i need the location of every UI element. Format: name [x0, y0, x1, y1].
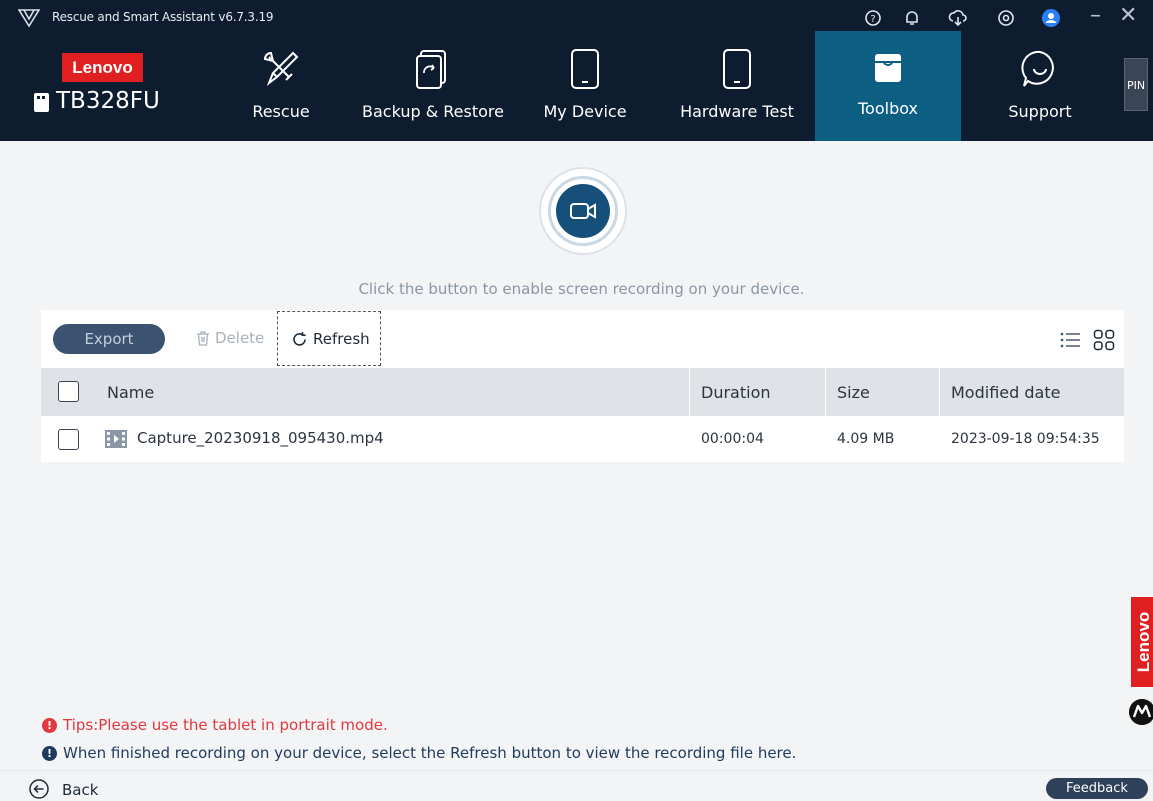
back-arrow-icon — [29, 779, 49, 799]
minimize-icon[interactable]: – — [1090, 3, 1101, 28]
file-size: 4.09 MB — [837, 431, 895, 447]
file-name: Capture_20230918_095430.mp4 — [137, 429, 384, 447]
tab-hardware-test[interactable]: Hardware Test — [672, 35, 802, 141]
select-all-checkbox[interactable] — [58, 381, 79, 402]
column-header-modified-date[interactable]: Modified date — [951, 383, 1060, 402]
column-header-duration[interactable]: Duration — [701, 383, 771, 402]
tab-label: Backup & Restore — [361, 102, 504, 121]
tab-label: Support — [1008, 102, 1072, 121]
lenovo-logo: Lenovo — [62, 53, 143, 82]
file-toolbar: Export Delete Refresh — [41, 310, 1124, 367]
tab-toolbox[interactable]: Toolbox — [815, 31, 961, 141]
tab-label: My Device — [543, 102, 627, 121]
row-checkbox[interactable] — [58, 429, 79, 450]
cloud-download-icon[interactable] — [948, 8, 968, 28]
tablet-icon — [571, 49, 599, 89]
tab-label: Hardware Test — [680, 102, 794, 121]
column-header-name[interactable]: Name — [107, 383, 154, 402]
refresh-button[interactable]: Refresh — [277, 311, 381, 366]
list-view-icon[interactable] — [1059, 330, 1081, 350]
tablet-device-icon — [34, 93, 49, 112]
screen-record-button[interactable] — [556, 184, 610, 238]
record-hint: Click the button to enable screen record… — [358, 280, 805, 298]
refresh-icon — [293, 332, 306, 346]
motorola-logo-icon — [1129, 699, 1153, 725]
help-icon[interactable]: ? — [863, 8, 883, 28]
backup-icon — [416, 50, 446, 89]
device-name: TB328FU — [56, 88, 160, 114]
column-header-size[interactable]: Size — [837, 383, 870, 402]
back-label: Back — [62, 781, 99, 799]
export-button[interactable]: Export — [53, 324, 165, 354]
tab-my-device[interactable]: My Device — [533, 35, 637, 141]
file-duration: 00:00:04 — [701, 431, 764, 447]
tip-text: Tips:Please use the tablet in portrait m… — [63, 716, 388, 734]
column-divider — [939, 368, 940, 416]
user-icon[interactable] — [1041, 8, 1061, 28]
bottom-bar: Back Feedback — [0, 770, 1153, 801]
tip-text: When finished recording on your device, … — [63, 744, 797, 762]
column-divider — [689, 368, 690, 416]
delete-label: Delete — [215, 329, 265, 347]
tab-support[interactable]: Support — [995, 35, 1085, 141]
close-icon[interactable]: ✕ — [1119, 3, 1137, 28]
tab-backup-restore[interactable]: Backup & Restore — [355, 35, 511, 141]
video-file-icon — [105, 430, 127, 448]
tools-icon — [263, 51, 299, 86]
settings-icon[interactable] — [996, 8, 1016, 28]
tab-label: Toolbox — [858, 99, 918, 118]
column-divider — [825, 368, 826, 416]
app-logo-icon — [18, 9, 40, 28]
table-header: Name Duration Size Modified date — [41, 368, 1124, 416]
file-modified-date: 2023-09-18 09:54:35 — [951, 431, 1100, 447]
info-icon: ! — [42, 746, 57, 761]
bell-icon[interactable] — [902, 8, 922, 28]
refresh-label: Refresh — [313, 330, 370, 348]
feedback-button[interactable]: Feedback — [1046, 778, 1148, 799]
table-row[interactable]: Capture_20230918_095430.mp4 00:00:04 4.0… — [41, 416, 1124, 462]
lenovo-side-text: Lenovo — [1134, 611, 1153, 673]
pin-button[interactable]: PIN — [1124, 58, 1148, 111]
top-navigation: Lenovo TB328FU Rescue Backup & Restore M… — [0, 31, 1153, 141]
tablet-test-icon — [723, 49, 751, 89]
svg-text:?: ? — [870, 14, 875, 25]
grid-view-icon[interactable] — [1093, 329, 1115, 351]
trash-icon — [197, 331, 209, 346]
alert-icon: ! — [42, 718, 57, 733]
video-camera-icon — [570, 203, 596, 219]
tab-rescue[interactable]: Rescue — [232, 35, 330, 141]
recordings-panel: Export Delete Refresh Name Duration Size… — [41, 310, 1124, 462]
chat-icon — [1021, 50, 1054, 87]
title-bar: Rescue and Smart Assistant v6.7.3.19 ? –… — [0, 0, 1153, 35]
tab-label: Rescue — [252, 102, 310, 121]
lenovo-side-badge: Lenovo — [1131, 597, 1153, 687]
toolbox-icon — [875, 54, 901, 82]
app-title: Rescue and Smart Assistant v6.7.3.19 — [52, 10, 274, 24]
